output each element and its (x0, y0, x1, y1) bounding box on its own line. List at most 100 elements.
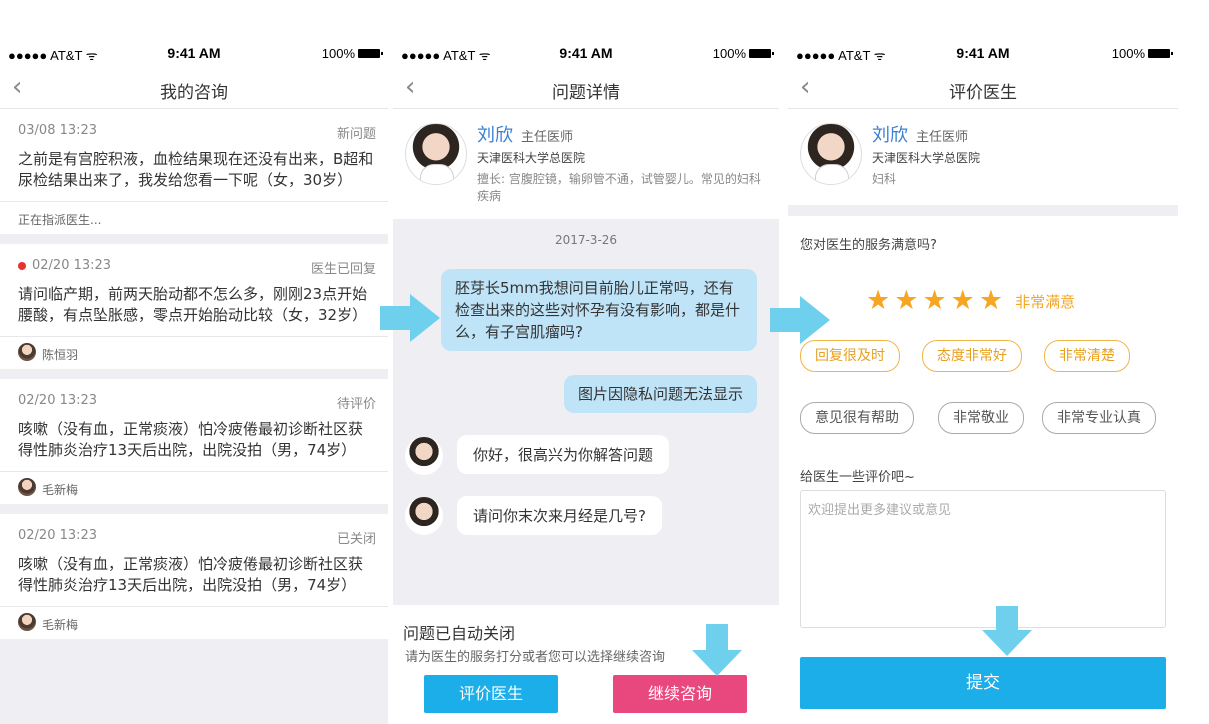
doctor-title: 主任医师 (916, 130, 969, 145)
battery: 100% (1111, 46, 1173, 61)
list-item[interactable]: 02/20 13:23 待评价 咳嗽（没有血，正常痰液）怕冷疲倦最初诊断社区获得… (0, 379, 388, 504)
battery-icon (749, 49, 774, 58)
battery-percent: 100% (321, 46, 355, 61)
battery-icon (1148, 49, 1173, 58)
card-text: 请问临产期，前两天胎动都不怎么多，刚刚23点开始腰酸，有点坠胀感，零点开始胎动比… (18, 285, 368, 324)
doctor-avatar (405, 123, 467, 185)
doctor-title: 主任医师 (521, 130, 574, 145)
user-message: 胚芽长5mm我想问目前胎儿正常吗，还有检查出来的这些对怀孕有没有影响，都是什么，… (441, 269, 757, 351)
tag-good-attitude[interactable]: 态度非常好 (922, 340, 1022, 372)
status-bar: ●●●●● AT&T ᯤ 9:41 AM 100% (788, 36, 1178, 70)
star-icon[interactable]: ★ (866, 286, 890, 316)
tag-dedicated[interactable]: 非常敬业 (938, 402, 1024, 434)
card-date: 03/08 13:23 (18, 123, 98, 138)
avatar (18, 613, 36, 631)
doctor-name: 毛新梅 (42, 618, 79, 632)
doctor-message: 请问你末次来月经是几号? (457, 496, 662, 535)
doctor-name: 刘欣 主任医师 (477, 121, 573, 147)
battery: 100% (321, 46, 383, 61)
doctor-name: 刘欣 主任医师 (872, 121, 968, 147)
closed-title: 问题已自动关闭 (403, 624, 516, 643)
doctor-specialty: 擅长: 宫腹腔镜，输卵管不通，试管婴儿。常见的妇科疾病 (477, 172, 761, 203)
card-meta: 03/08 13:23 新问题 (0, 109, 388, 149)
comment-title: 给医生一些评价吧~ (800, 470, 915, 485)
comment-textarea[interactable]: 欢迎提出更多建议或意见 (800, 490, 1166, 628)
doctor-hospital: 天津医科大学总医院 (872, 151, 981, 165)
page-title: 问题详情 (552, 83, 620, 103)
battery-percent: 100% (1111, 46, 1145, 61)
nav-bar: ‹ 我的咨询 (0, 70, 388, 109)
screen-rate-doctor: ●●●●● AT&T ᯤ 9:41 AM 100% ‹ 评价医生 刘欣 主任医师 … (788, 36, 1178, 724)
avatar (18, 478, 36, 496)
chat-date: 2017-3-26 (554, 233, 618, 247)
list-item[interactable]: 02/20 13:23 医生已回复 请问临产期，前两天胎动都不怎么多，刚刚23点… (0, 244, 388, 369)
card-footer: 正在指派医生... (0, 201, 388, 234)
status-bar: ●●●●● AT&T ᯤ 9:41 AM 100% (0, 36, 388, 70)
card-text: 咳嗽（没有血，正常痰液）怕冷疲倦最初诊断社区获得性肺炎治疗13天后出院，出院没拍… (18, 420, 364, 459)
star-icon[interactable]: ★ (922, 286, 946, 316)
screen-my-consultations: ●●●●● AT&T ᯤ 9:41 AM 100% ‹ 我的咨询 03/08 1… (0, 36, 388, 724)
rate-doctor-button[interactable]: 评价医生 (424, 675, 558, 713)
nav-bar: ‹ 评价医生 (788, 70, 1178, 109)
tag-helpful[interactable]: 意见很有帮助 (800, 402, 914, 434)
doctor-card[interactable]: 刘欣 主任医师 天津医科大学总医院 擅长: 宫腹腔镜，输卵管不通，试管婴儿。常见的… (393, 109, 779, 219)
submit-button[interactable]: 提交 (800, 657, 1166, 709)
star-rating[interactable]: ★ ★ ★ ★ ★ 非常满意 (866, 286, 1075, 316)
card-meta: 02/20 13:23 已关闭 (0, 514, 388, 554)
chat-area[interactable]: 2017-3-26 胚芽长5mm我想问目前胎儿正常吗，还有检查出来的这些对怀孕有… (393, 219, 779, 605)
screen-question-detail: ●●●●● AT&T ᯤ 9:41 AM 100% ‹ 问题详情 刘欣 主任医师 … (393, 36, 779, 724)
card-meta: 02/20 13:23 待评价 (0, 379, 388, 419)
tag-very-clear[interactable]: 非常清楚 (1044, 340, 1130, 372)
doctor-hospital: 天津医科大学总医院 (477, 151, 586, 165)
card-footer: 陈恒羽 (0, 336, 388, 369)
status-badge: 新问题 (336, 127, 376, 142)
user-image-message: 图片因隐私问题无法显示 (563, 375, 757, 413)
divider (788, 205, 1178, 216)
comment-placeholder: 欢迎提出更多建议或意见 (808, 503, 952, 518)
doctor-name-text: 刘欣 (872, 125, 908, 146)
card-meta: 02/20 13:23 医生已回复 (0, 244, 388, 284)
card-text: 咳嗽（没有血，正常痰液）怕冷疲倦最初诊断社区获得性肺炎治疗13天后出院，出院没拍… (18, 555, 364, 594)
battery-icon (358, 49, 383, 58)
card-date: 02/20 13:23 (18, 528, 98, 543)
rating-label: 非常满意 (1015, 292, 1076, 311)
doctor-avatar (405, 437, 443, 475)
page-title: 评价医生 (949, 83, 1017, 103)
list-item[interactable]: 02/20 13:23 已关闭 咳嗽（没有血，正常痰液）怕冷疲倦最初诊断社区获得… (0, 514, 388, 639)
card-date-text: 02/20 13:23 (32, 258, 112, 273)
status-badge: 已关闭 (336, 532, 376, 547)
doctor-card: 刘欣 主任医师 天津医科大学总医院 妇科 (788, 109, 1178, 205)
closed-panel: 问题已自动关闭 请为医生的服务打分或者您可以选择继续咨询 评价医生 继续咨询 (393, 605, 779, 724)
continue-consult-button[interactable]: 继续咨询 (613, 675, 747, 713)
status-bar: ●●●●● AT&T ᯤ 9:41 AM 100% (393, 36, 779, 70)
card-date: 02/20 13:23 (18, 393, 98, 408)
satisfaction-question: 您对医生的服务满意吗? (800, 238, 937, 253)
page-title: 我的咨询 (160, 83, 228, 103)
doctor-name: 陈恒羽 (42, 348, 79, 362)
doctor-department: 妇科 (872, 172, 897, 186)
card-text: 之前是有宫腔积液，血检结果现在还没有出来，B超和尿检结果出来了，我发给您看一下呢… (18, 150, 374, 189)
list-item[interactable]: 03/08 13:23 新问题 之前是有宫腔积液，血检结果现在还没有出来，B超和… (0, 109, 388, 234)
status-badge: 待评价 (336, 397, 376, 412)
battery: 100% (712, 46, 774, 61)
card-date: 02/20 13:23 (18, 258, 111, 273)
doctor-message: 你好，很高兴为你解答问题 (457, 435, 670, 474)
avatar (18, 343, 36, 361)
doctor-avatar (405, 497, 443, 535)
star-icon[interactable]: ★ (979, 286, 1003, 316)
tag-professional[interactable]: 非常专业认真 (1042, 402, 1156, 434)
doctor-name: 毛新梅 (42, 483, 79, 497)
star-icon[interactable]: ★ (951, 286, 975, 316)
card-footer: 毛新梅 (0, 606, 388, 639)
nav-bar: ‹ 问题详情 (393, 70, 779, 109)
assigning-text: 正在指派医生... (18, 213, 102, 227)
doctor-avatar (800, 123, 862, 185)
battery-percent: 100% (712, 46, 746, 61)
rating-form: 您对医生的服务满意吗? ★ ★ ★ ★ ★ 非常满意 回复很及时 态度非常好 非… (788, 216, 1178, 724)
card-footer: 毛新梅 (0, 471, 388, 504)
unread-dot-icon (18, 261, 26, 270)
tag-quick-reply[interactable]: 回复很及时 (800, 340, 900, 372)
status-badge: 医生已回复 (310, 262, 376, 277)
consultation-list: 03/08 13:23 新问题 之前是有宫腔积液，血检结果现在还没有出来，B超和… (0, 109, 388, 724)
star-icon[interactable]: ★ (894, 286, 918, 316)
